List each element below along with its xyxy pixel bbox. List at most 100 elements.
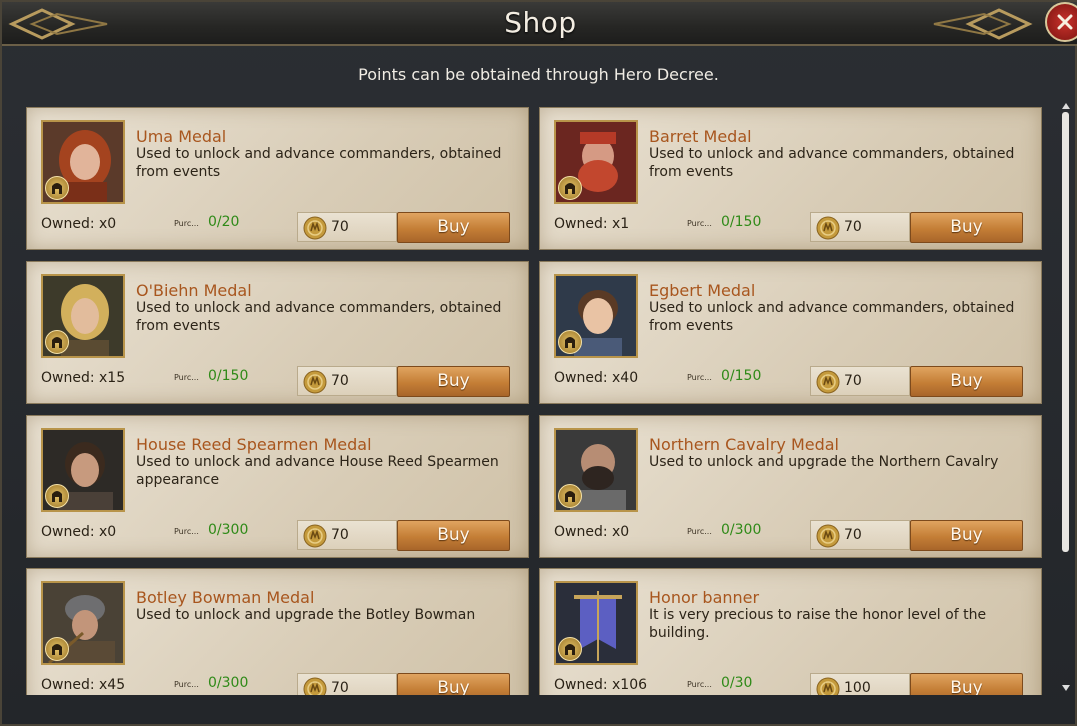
item-name: O'Biehn Medal [136,281,252,300]
item-description: It is very precious to raise the honor l… [649,607,987,641]
purchase-limit-value: 0/150 [721,214,762,230]
coin-icon [816,370,840,394]
purchase-limit-label: Purc... [174,373,199,382]
purchase-limit-value: 0/300 [721,522,762,538]
shop-item-card: Honor banner It is very precious to rais… [539,568,1042,695]
price-box: 70 [297,366,397,396]
helmet-badge-icon [558,484,582,508]
item-price: 70 [844,373,862,389]
owned-count: Owned: x0 [41,524,117,540]
helmet-badge-icon [558,330,582,354]
helmet-badge-icon [45,176,69,200]
purchase-limit-label: Purc... [687,219,712,228]
price-box: 70 [297,212,397,242]
owned-count: Owned: x45 [41,677,126,693]
shop-item-card: House Reed Spearmen Medal Used to unlock… [26,415,529,558]
item-description: Used to unlock and upgrade the Northern … [649,454,999,470]
item-price: 70 [844,527,862,543]
item-price: 70 [844,219,862,235]
price-box: 70 [810,212,910,242]
shop-item-list[interactable]: Uma Medal Used to unlock and advance com… [26,107,1044,695]
purchase-limit-label: Purc... [687,527,712,536]
window-title: Shop [504,6,577,39]
item-description: Used to unlock and advance commanders, o… [136,146,502,180]
helmet-badge-icon [45,484,69,508]
shop-item-card: Egbert Medal Used to unlock and advance … [539,261,1042,404]
helmet-badge-icon [45,330,69,354]
purchase-limit-value: 0/300 [208,675,249,691]
owned-count: Owned: x40 [554,370,639,386]
buy-button[interactable]: Buy [397,366,510,397]
item-portrait[interactable] [554,120,638,204]
item-portrait[interactable] [41,428,125,512]
coin-icon [816,677,840,695]
item-name: Barret Medal [649,127,752,146]
item-name: Uma Medal [136,127,227,146]
item-description: Used to unlock and advance commanders, o… [136,300,502,334]
scroll-thumb[interactable] [1062,112,1069,552]
buy-button[interactable]: Buy [910,212,1023,243]
price-box: 70 [297,673,397,695]
item-price: 70 [331,219,349,235]
item-description: Used to unlock and upgrade the Botley Bo… [136,607,476,623]
item-description: Used to unlock and advance commanders, o… [649,146,1015,180]
shop-item-card: Uma Medal Used to unlock and advance com… [26,107,529,250]
buy-button[interactable]: Buy [397,673,510,695]
buy-button[interactable]: Buy [910,366,1023,397]
purchase-limit-label: Purc... [174,527,199,536]
item-portrait[interactable] [554,581,638,665]
item-portrait[interactable] [554,428,638,512]
purchase-limit-value: 0/300 [208,522,249,538]
buy-button[interactable]: Buy [397,212,510,243]
shop-item-card: Northern Cavalry Medal Used to unlock an… [539,415,1042,558]
purchase-limit-label: Purc... [687,373,712,382]
item-price: 70 [331,680,349,695]
coin-icon [303,370,327,394]
owned-count: Owned: x0 [41,216,117,232]
buy-button[interactable]: Buy [910,520,1023,551]
price-box: 100 [810,673,910,695]
owned-count: Owned: x0 [554,524,630,540]
coin-icon [303,524,327,548]
buy-button[interactable]: Buy [910,673,1023,695]
scroll-up-icon[interactable] [1062,102,1070,110]
shop-window: Shop Points can be obtained through Hero… [0,0,1077,726]
item-name: Honor banner [649,588,760,607]
item-portrait[interactable] [554,274,638,358]
scrollbar[interactable] [1060,102,1072,692]
owned-count: Owned: x1 [554,216,630,232]
purchase-limit-value: 0/20 [208,214,240,230]
helmet-badge-icon [558,176,582,200]
owned-count: Owned: x106 [554,677,648,693]
item-name: Botley Bowman Medal [136,588,315,607]
shop-item-card: O'Biehn Medal Used to unlock and advance… [26,261,529,404]
purchase-limit-label: Purc... [174,680,199,689]
buy-button[interactable]: Buy [397,520,510,551]
helmet-badge-icon [45,637,69,661]
owned-count: Owned: x15 [41,370,126,386]
right-ornament-icon [933,8,1033,40]
close-button[interactable] [1045,2,1077,42]
shop-item-card: Botley Bowman Medal Used to unlock and u… [26,568,529,695]
coin-icon [816,216,840,240]
shop-item-card: Barret Medal Used to unlock and advance … [539,107,1042,250]
price-box: 70 [297,520,397,550]
scroll-down-icon[interactable] [1062,684,1070,692]
item-portrait[interactable] [41,274,125,358]
item-description: Used to unlock and advance commanders, o… [649,300,1015,334]
purchase-limit-value: 0/150 [208,368,249,384]
item-name: Egbert Medal [649,281,756,300]
item-price: 100 [844,680,871,695]
item-portrait[interactable] [41,581,125,665]
coin-icon [303,677,327,695]
price-box: 70 [810,520,910,550]
price-box: 70 [810,366,910,396]
item-name: House Reed Spearmen Medal [136,435,372,454]
item-price: 70 [331,373,349,389]
item-portrait[interactable] [41,120,125,204]
purchase-limit-label: Purc... [174,219,199,228]
close-icon [1057,14,1073,30]
points-hint: Points can be obtained through Hero Decr… [358,65,719,84]
purchase-limit-value: 0/30 [721,675,753,691]
item-description: Used to unlock and advance House Reed Sp… [136,454,499,488]
